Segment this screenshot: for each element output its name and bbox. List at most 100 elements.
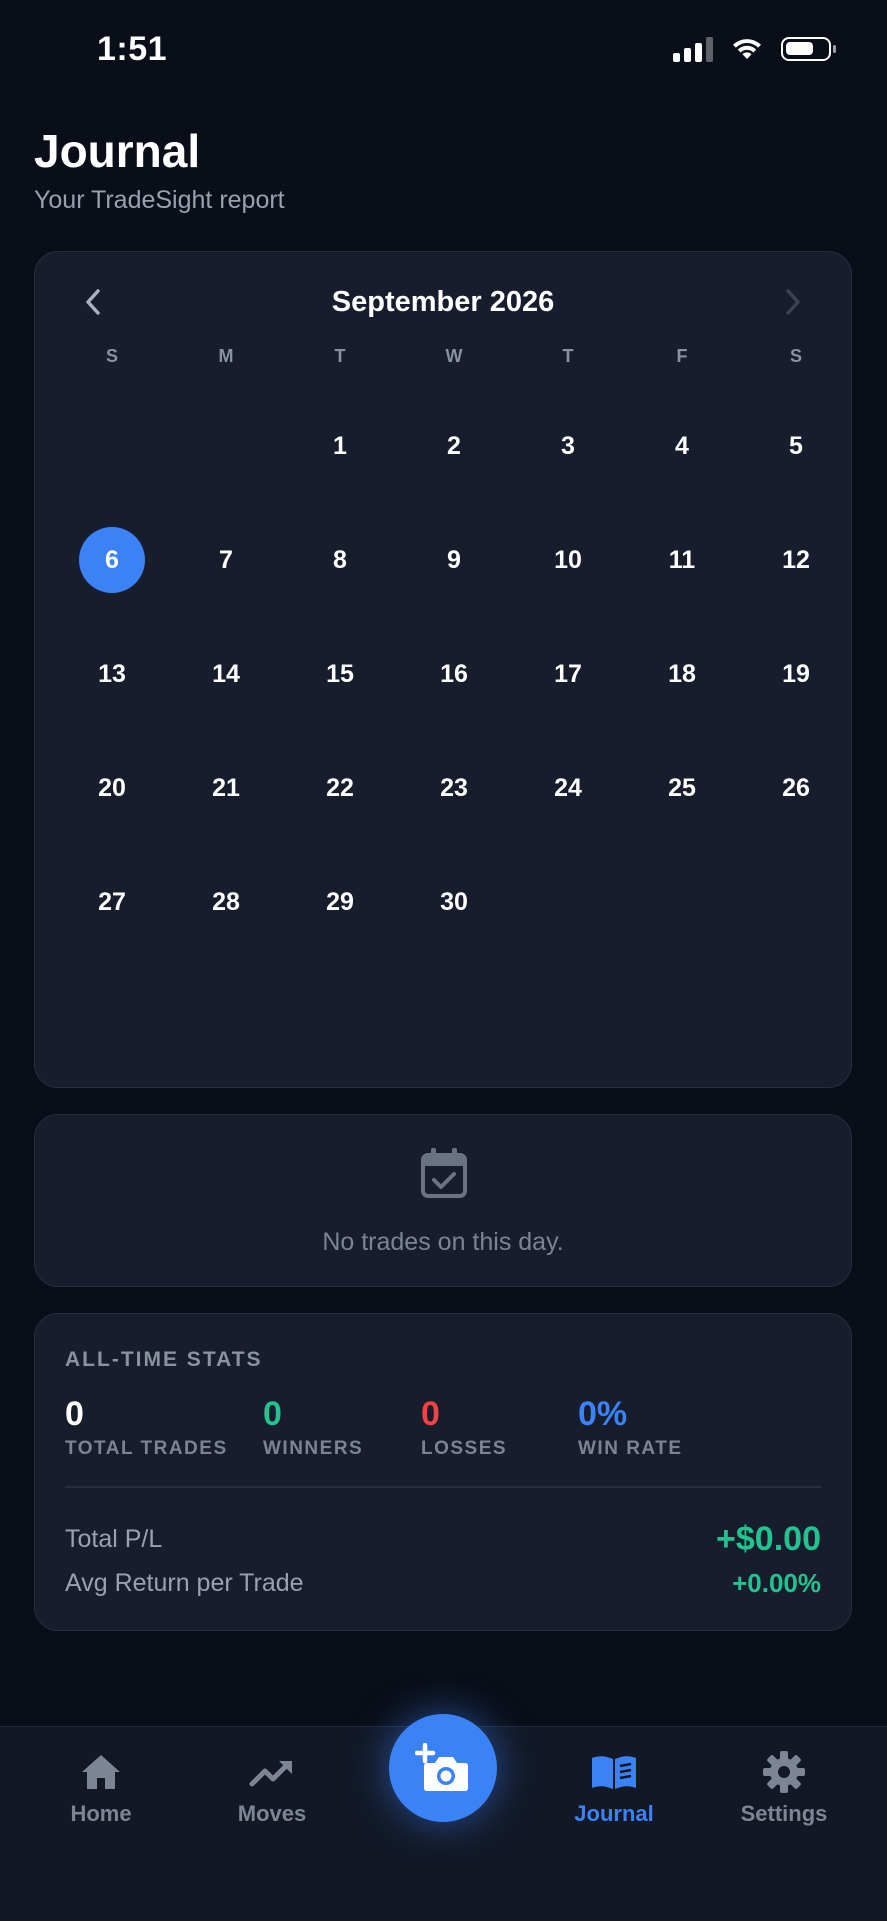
tab-label: Home — [70, 1801, 132, 1826]
calendar-day[interactable]: 29 — [283, 845, 397, 959]
calendar-day-number: 8 — [333, 545, 347, 574]
calendar-day-number: 9 — [447, 545, 461, 574]
calendar-day-number: 12 — [782, 545, 810, 574]
avg-return-label: Avg Return per Trade — [65, 1569, 304, 1597]
calendar-day[interactable]: 8 — [283, 503, 397, 617]
calendar-day[interactable]: 12 — [739, 503, 853, 617]
calendar-day-number: 23 — [440, 773, 468, 802]
calendar-day[interactable]: 3 — [511, 389, 625, 503]
tab-journal[interactable]: Journal — [544, 1747, 684, 1827]
calendar-blank — [55, 389, 169, 503]
calendar-day-number: 14 — [212, 659, 240, 688]
status-bar: 1:51 — [0, 0, 887, 100]
calendar-day-number: 3 — [561, 431, 575, 460]
tab-settings[interactable]: Settings — [714, 1747, 854, 1827]
stat-winners: 0 WINNERS — [263, 1395, 363, 1460]
calendar-day-number: 19 — [782, 659, 810, 688]
tab-moves[interactable]: Moves — [202, 1747, 342, 1827]
cellular-signal-icon — [673, 36, 713, 62]
calendar-day-number: 29 — [326, 887, 354, 916]
calendar-day[interactable]: 19 — [739, 617, 853, 731]
calendar-day[interactable]: 22 — [283, 731, 397, 845]
tab-label: Moves — [237, 1801, 307, 1826]
next-month-button[interactable] — [773, 282, 813, 322]
calendar-day-number: 4 — [675, 431, 689, 460]
tab-home[interactable]: Home — [31, 1747, 171, 1827]
calendar-day-number: 16 — [440, 659, 468, 688]
calendar-day[interactable]: 28 — [169, 845, 283, 959]
calendar-day[interactable]: 25 — [625, 731, 739, 845]
calendar-day-number: 13 — [98, 659, 126, 688]
status-time: 1:51 — [97, 30, 168, 68]
page-title: Journal — [34, 125, 201, 177]
stat-total-trades: 0 TOTAL TRADES — [65, 1395, 228, 1460]
calendar-day-number: 27 — [98, 887, 126, 916]
stat-value: 0 — [421, 1395, 440, 1433]
total-pl-value: +$0.00 — [716, 1520, 821, 1558]
status-icons — [673, 36, 836, 62]
trending-up-icon — [249, 1761, 292, 1787]
stat-label: WINNERS — [263, 1438, 364, 1459]
stat-label: WIN RATE — [578, 1438, 683, 1459]
add-photo-icon — [415, 1743, 468, 1791]
calendar-day[interactable]: 23 — [397, 731, 511, 845]
calendar-day[interactable]: 14 — [169, 617, 283, 731]
weekday-label: S — [105, 346, 118, 366]
avg-return-value: +0.00% — [732, 1568, 821, 1598]
page-subtitle: Your TradeSight report — [34, 186, 285, 214]
divider — [65, 1486, 821, 1488]
calendar-day[interactable]: 24 — [511, 731, 625, 845]
month-title: September 2026 — [331, 286, 555, 318]
calendar-day-number: 6 — [79, 527, 145, 593]
weekday-label: T — [334, 346, 346, 366]
calendar-day-number: 21 — [212, 773, 240, 802]
weekday-label: T — [562, 346, 574, 366]
calendar-day-number: 2 — [447, 431, 461, 460]
gear-icon — [763, 1751, 805, 1793]
calendar-day[interactable]: 5 — [739, 389, 853, 503]
calendar-day-number: 18 — [668, 659, 696, 688]
wifi-icon — [733, 39, 761, 59]
calendar-day[interactable]: 20 — [55, 731, 169, 845]
stats-heading: ALL-TIME STATS — [65, 1348, 263, 1371]
total-pl-label: Total P/L — [65, 1525, 163, 1553]
calendar-day[interactable]: 9 — [397, 503, 511, 617]
calendar-day-selected[interactable]: 6 — [55, 503, 169, 617]
calendar-day[interactable]: 26 — [739, 731, 853, 845]
calendar-day[interactable]: 2 — [397, 389, 511, 503]
chevron-right-icon — [786, 289, 800, 315]
calendar-day[interactable]: 1 — [283, 389, 397, 503]
weekday-row: S M T W T F S — [55, 346, 854, 367]
calendar-day-number: 20 — [98, 773, 126, 802]
add-trade-photo-button[interactable] — [389, 1714, 497, 1822]
calendar-day[interactable]: 15 — [283, 617, 397, 731]
calendar-day[interactable]: 16 — [397, 617, 511, 731]
calendar-day[interactable]: 7 — [169, 503, 283, 617]
calendar-day[interactable]: 21 — [169, 731, 283, 845]
calendar-day-number: 26 — [782, 773, 810, 802]
stats-card: ALL-TIME STATS 0 TOTAL TRADES 0 WINNERS … — [34, 1313, 852, 1631]
calendar-day[interactable]: 10 — [511, 503, 625, 617]
empty-state-message: No trades on this day. — [322, 1228, 564, 1256]
stat-losses: 0 LOSSES — [421, 1395, 507, 1460]
calendar-day[interactable]: 30 — [397, 845, 511, 959]
calendar-day-number: 15 — [326, 659, 354, 688]
calendar-day[interactable]: 13 — [55, 617, 169, 731]
calendar-day[interactable]: 27 — [55, 845, 169, 959]
calendar-day[interactable]: 4 — [625, 389, 739, 503]
calendar-day-number: 1 — [333, 431, 347, 460]
calendar-day[interactable]: 17 — [511, 617, 625, 731]
calendar-day-number: 17 — [554, 659, 582, 688]
avg-return-row: Avg Return per Trade +0.00% — [65, 1568, 821, 1599]
book-icon — [592, 1756, 636, 1789]
stat-value: 0% — [578, 1395, 628, 1433]
calendar-day-number: 5 — [789, 431, 803, 460]
day-trades-card: No trades on this day. — [34, 1114, 852, 1287]
calendar-day[interactable]: 11 — [625, 503, 739, 617]
calendar-day-number: 24 — [554, 773, 582, 802]
stat-value: 0 — [263, 1395, 282, 1433]
tab-label: Journal — [574, 1801, 654, 1826]
day-grid: 1 2 3 4 5 6 7 8 9 10 11 12 13 14 15 16 17 18 19 20 21 22 23 24 2… — [55, 389, 854, 959]
calendar-day[interactable]: 18 — [625, 617, 739, 731]
calendar-blank — [169, 389, 283, 503]
